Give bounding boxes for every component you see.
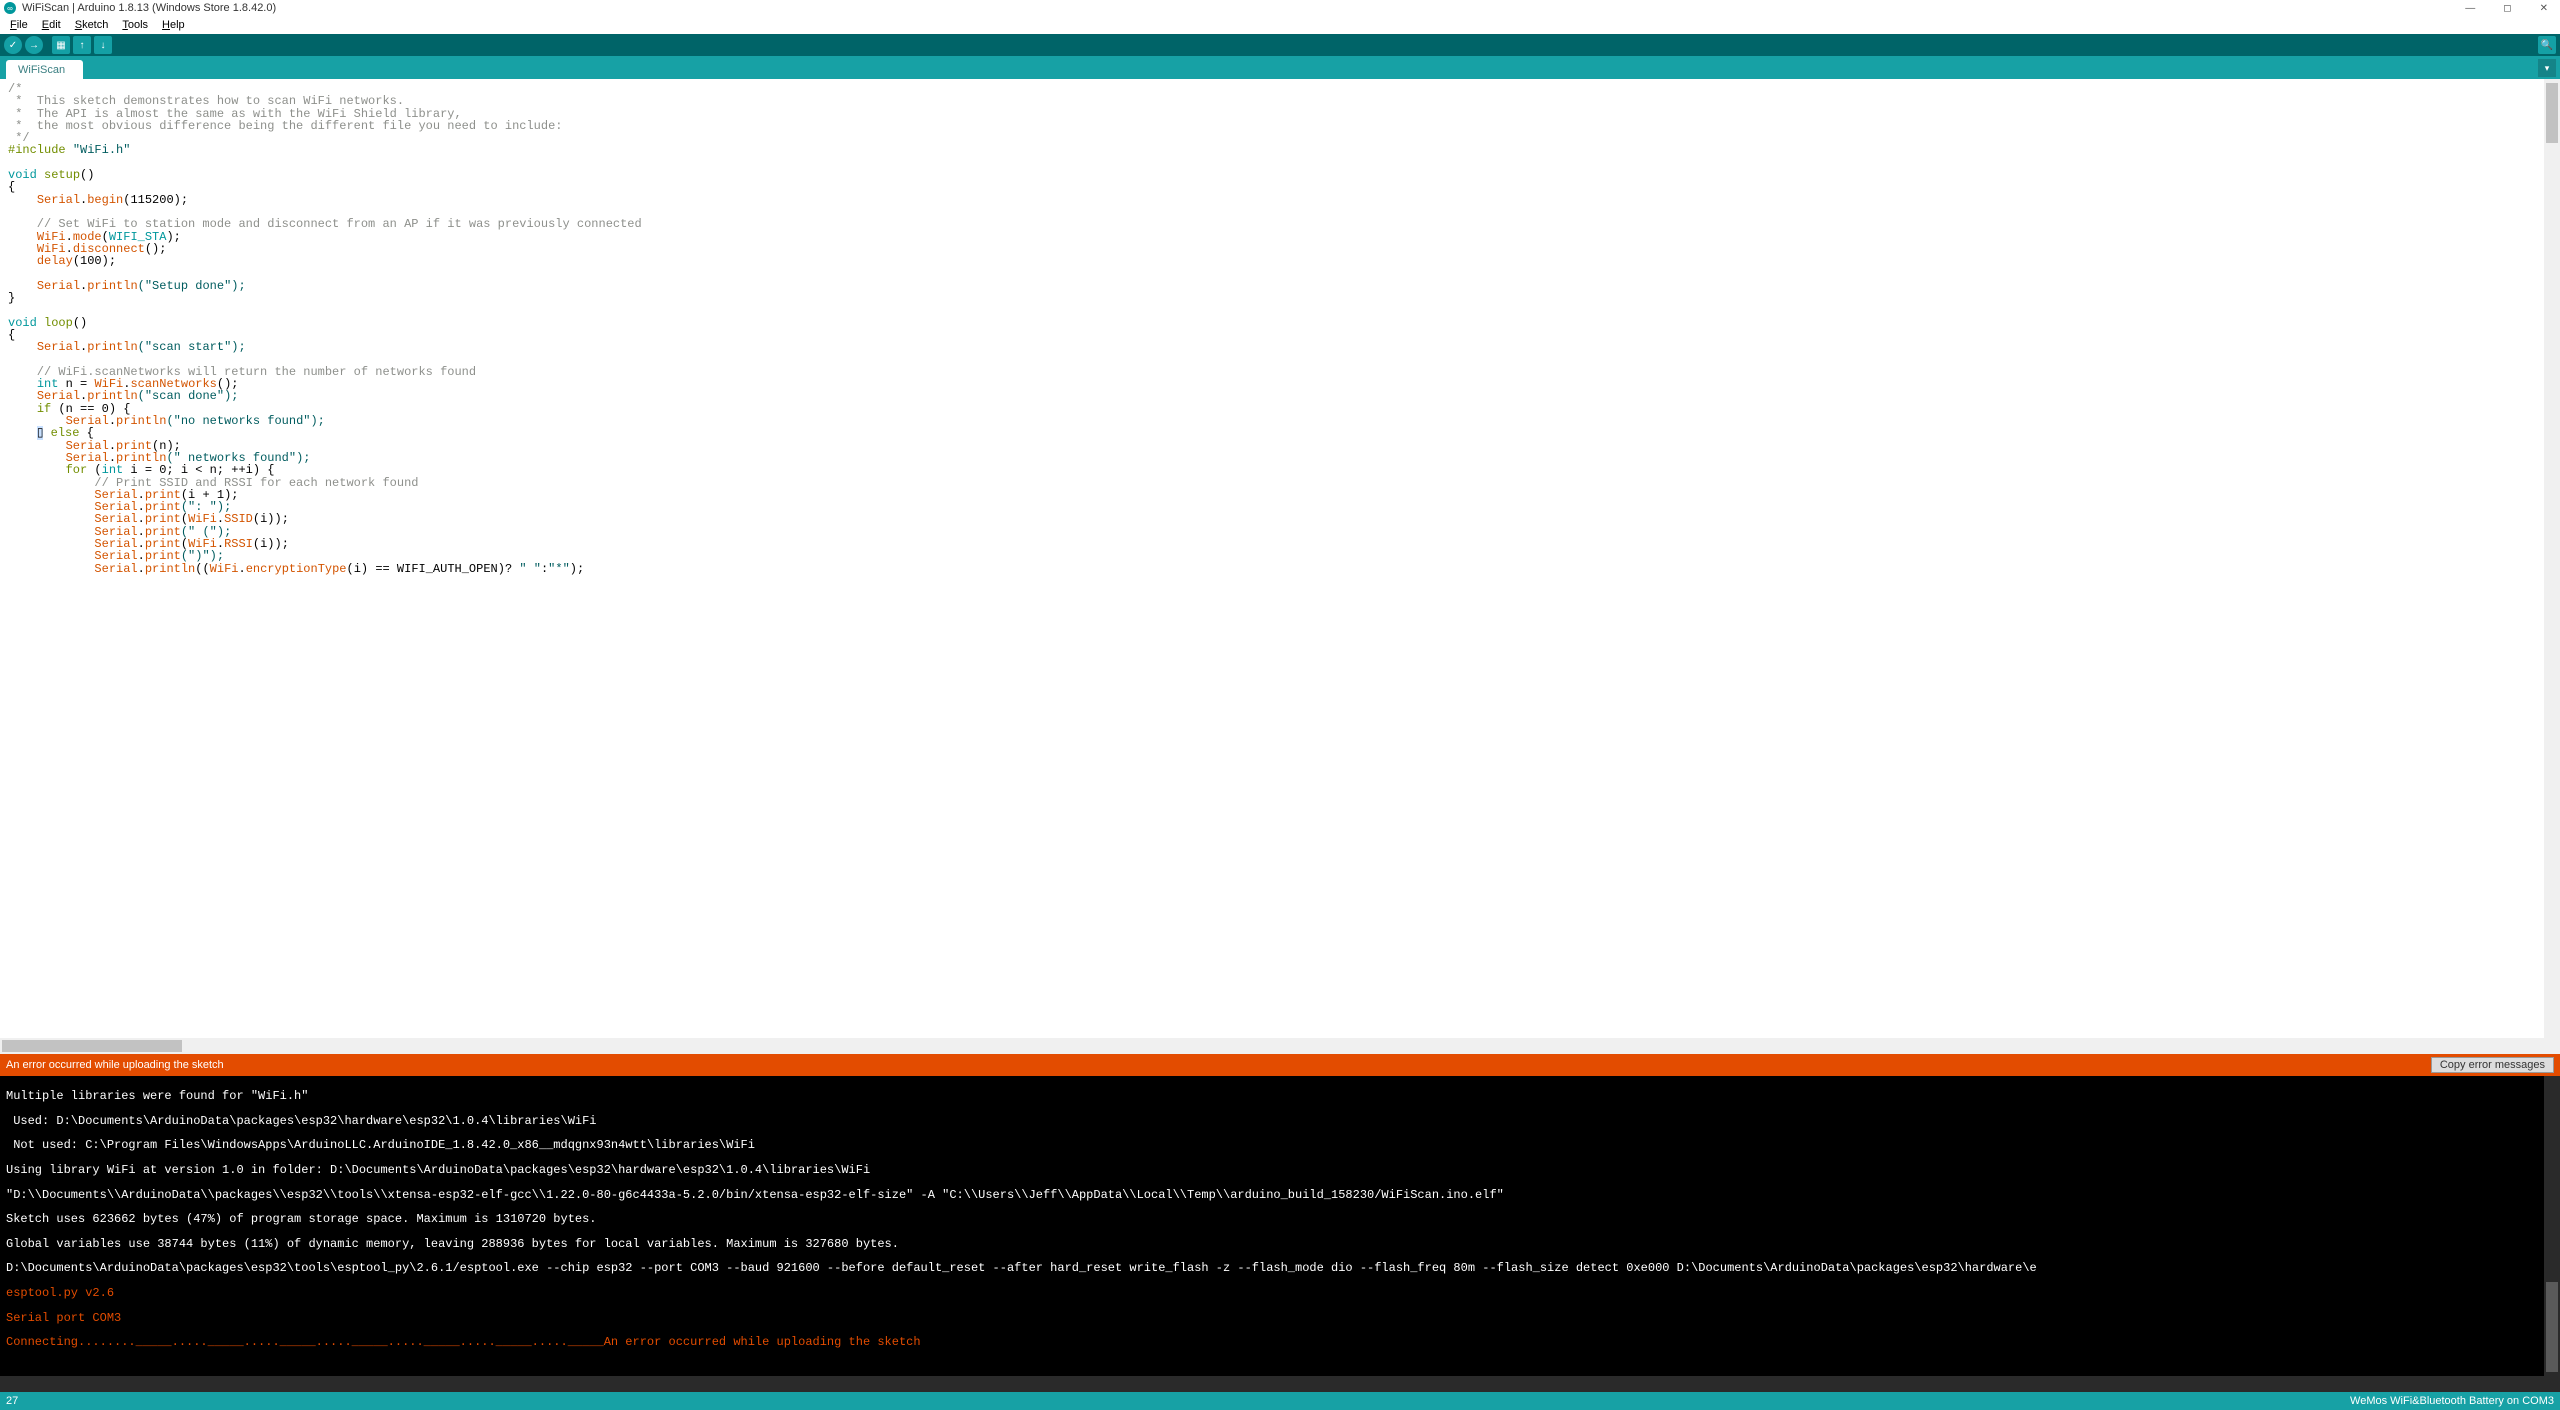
editor-vertical-scrollbar[interactable] <box>2544 79 2560 1054</box>
console-error-line: esptool.py v2.6 <box>6 1287 2554 1299</box>
window-title-bar: ∞ WiFiScan | Arduino 1.8.13 (Windows Sto… <box>0 0 2560 16</box>
console-error-line: Serial port COM3 <box>6 1312 2554 1324</box>
scrollbar-thumb[interactable] <box>2546 83 2558 143</box>
console-vertical-scrollbar[interactable] <box>2544 1076 2560 1392</box>
status-message: An error occurred while uploading the sk… <box>6 1059 224 1071</box>
line-number: 27 <box>6 1395 18 1407</box>
menu-file[interactable]: File <box>4 19 34 31</box>
tab-strip: WiFiScan ▾ <box>0 56 2560 79</box>
save-button[interactable]: ↓ <box>94 36 112 54</box>
console-horizontal-scrollbar[interactable] <box>0 1376 2544 1392</box>
scrollbar-thumb[interactable] <box>2546 1282 2558 1372</box>
console-line: D:\Documents\ArduinoData\packages\esp32\… <box>6 1262 2554 1274</box>
console-line: Used: D:\Documents\ArduinoData\packages\… <box>6 1115 2554 1127</box>
bottom-status-bar: 27 WeMos WiFi&Bluetooth Battery on COM3 <box>0 1392 2560 1410</box>
console-line: Global variables use 38744 bytes (11%) o… <box>6 1238 2554 1250</box>
editor-horizontal-scrollbar[interactable] <box>0 1038 2544 1054</box>
code-content[interactable]: /* * This sketch demonstrates how to sca… <box>0 79 2560 579</box>
open-button[interactable]: ↑ <box>73 36 91 54</box>
tab-menu-button[interactable]: ▾ <box>2538 59 2556 77</box>
board-port-label: WeMos WiFi&Bluetooth Battery on COM3 <box>2350 1395 2554 1407</box>
console-error-line: Connecting........_____....._____.....__… <box>6 1336 2554 1348</box>
console-line: Sketch uses 623662 bytes (47%) of progra… <box>6 1213 2554 1225</box>
tab-wifiscan[interactable]: WiFiScan <box>6 60 83 79</box>
new-button[interactable]: ▦ <box>52 36 70 54</box>
menu-help[interactable]: Help <box>156 19 191 31</box>
console-line: Multiple libraries were found for "WiFi.… <box>6 1090 2554 1102</box>
console-line: Using library WiFi at version 1.0 in fol… <box>6 1164 2554 1176</box>
console-line: "D:\\Documents\\ArduinoData\\packages\\e… <box>6 1189 2554 1201</box>
minimize-button[interactable]: — <box>2465 3 2475 14</box>
menu-sketch[interactable]: Sketch <box>69 19 115 31</box>
scrollbar-thumb[interactable] <box>2 1040 182 1052</box>
toolbar: ✓ → ▦ ↑ ↓ 🔍 <box>0 34 2560 56</box>
window-title: WiFiScan | Arduino 1.8.13 (Windows Store… <box>22 2 276 14</box>
status-bar: An error occurred while uploading the sk… <box>0 1054 2560 1076</box>
maximize-button[interactable]: ◻ <box>2503 3 2511 14</box>
output-console[interactable]: Multiple libraries were found for "WiFi.… <box>0 1076 2560 1392</box>
serial-monitor-button[interactable]: 🔍 <box>2538 36 2556 54</box>
console-line: Not used: C:\Program Files\WindowsApps\A… <box>6 1139 2554 1151</box>
menu-edit[interactable]: Edit <box>36 19 67 31</box>
code-editor[interactable]: /* * This sketch demonstrates how to sca… <box>0 79 2560 1054</box>
menu-tools[interactable]: Tools <box>116 19 154 31</box>
menu-bar: File Edit Sketch Tools Help <box>0 16 2560 34</box>
upload-button[interactable]: → <box>25 36 43 54</box>
copy-error-button[interactable]: Copy error messages <box>2431 1057 2554 1073</box>
close-button[interactable]: ✕ <box>2540 3 2548 14</box>
verify-button[interactable]: ✓ <box>4 36 22 54</box>
app-icon: ∞ <box>4 2 16 14</box>
